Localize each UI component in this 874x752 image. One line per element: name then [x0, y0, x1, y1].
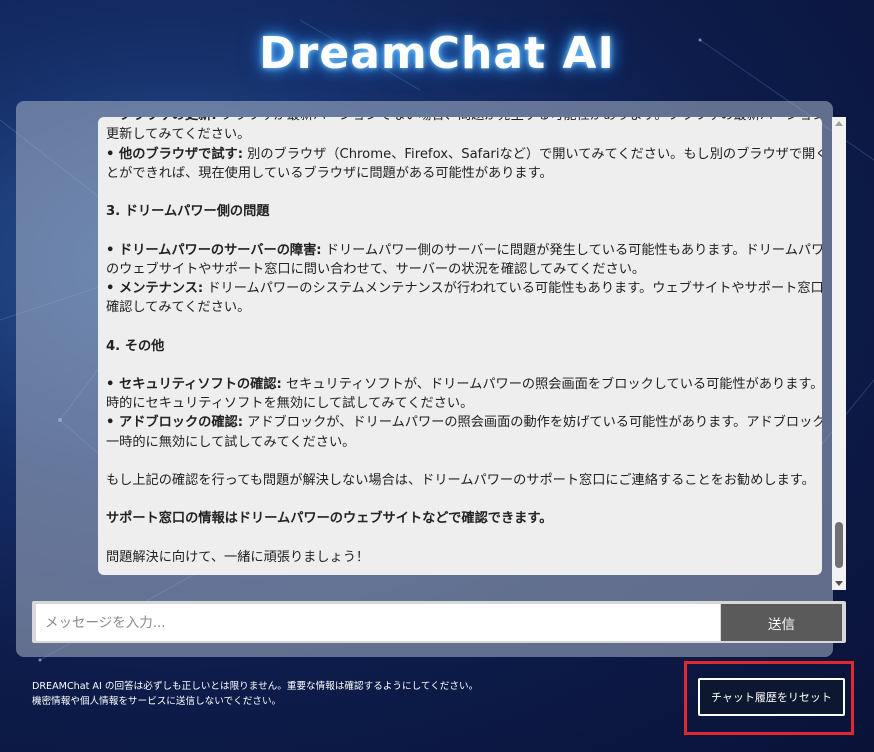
message-line: • ドリームパワーのサーバーの障害: ドリームパワー側のサーバーに問題が発生して…: [106, 241, 822, 260]
message-spacer: [106, 317, 814, 336]
message-line-text: 時的にセキュリティソフトを無効にして試してみてください。: [106, 396, 474, 412]
message-line-bold: • メンテナンス:: [106, 281, 204, 297]
message-line-text: 別のブラウザ（Chrome、Firefox、Safariなど）で開いてみてくださ…: [242, 146, 822, 162]
message-line-bold: • セキュリティソフトの確認:: [106, 377, 282, 393]
message-spacer: [106, 529, 814, 548]
message-line: • アドブロックの確認: アドブロックが、ドリームパワーの照会画面の動作を妨げて…: [106, 413, 822, 432]
message-spacer: [106, 452, 814, 471]
message-line: 確認してみてください。: [106, 298, 814, 317]
send-button[interactable]: 送信: [721, 604, 842, 641]
message-line: のウェブサイトやサポート窓口に問い合わせて、サーバーの状況を確認してみてください…: [106, 260, 814, 279]
message-line-text: もし上記の確認を行っても問題が解決しない場合は、ドリームパワーのサポート窓口にご…: [106, 473, 815, 489]
message-line-text: アドブロックが、ドリームパワーの照会画面の動作を妨げている可能性があります。アド…: [242, 415, 822, 431]
message-spacer: [106, 490, 814, 509]
message-line: 問題解決に向けて、一緒に頑張りましょう！: [106, 548, 814, 567]
message-spacer: [106, 221, 814, 240]
message-line-text: 更新してみてください。: [106, 127, 251, 143]
message-line: 時的にセキュリティソフトを無効にして試してみてください。: [106, 394, 814, 413]
scroll-up-arrow-icon[interactable]: [835, 121, 843, 126]
message-line-text: ブラウザが最新バージョンでない場合、問題が発生する可能性があります。ブラウザの最…: [217, 117, 822, 123]
message-line: 3. ドリームパワー側の問題: [106, 202, 814, 221]
message-spacer: [106, 356, 814, 375]
message-line: 4. その他: [106, 337, 814, 356]
message-line: とができれば、現在使用しているブラウザに問題がある可能性があります。: [106, 164, 814, 183]
message-line-bold: • ブラウザの更新:: [106, 117, 217, 123]
message-line-bold: サポート窓口の情報はドリームパワーのウェブサイトなどで確認できます。: [106, 511, 553, 527]
chat-scrollbar[interactable]: [832, 117, 846, 590]
message-line-text: セキュリティソフトが、ドリームパワーの照会画面をブロックしている可能性があります…: [281, 377, 822, 393]
assistant-message: • ブラウザの更新: ブラウザが最新バージョンでない場合、問題が発生する可能性が…: [106, 117, 822, 567]
message-line-bold: • ドリームパワーのサーバーの障害:: [106, 242, 322, 258]
message-line-text: ドリームパワー側のサーバーに問題が発生している可能性もあります。ドリームパワー: [321, 242, 822, 258]
message-line-text: のウェブサイトやサポート窓口に問い合わせて、サーバーの状況を確認してみてください…: [106, 261, 646, 277]
message-line: 一時的に無効にして試してみてください。: [106, 433, 814, 452]
app-title: DreamChat AI: [259, 28, 615, 79]
message-line: • 他のブラウザで試す: 別のブラウザ（Chrome、Firefox、Safar…: [106, 145, 822, 164]
message-line-bold: 3. ドリームパワー側の問題: [106, 204, 270, 220]
message-input[interactable]: [36, 604, 720, 641]
disclaimer: DREAMChat AI の回答は必ずしも正しいとは限りません。重要な情報は確認…: [32, 679, 672, 709]
reset-chat-history-button[interactable]: チャット履歴をリセット: [698, 678, 845, 716]
message-line-text: 一時的に無効にして試してみてください。: [106, 434, 356, 450]
chat-log[interactable]: • ブラウザの更新: ブラウザが最新バージョンでない場合、問題が発生する可能性が…: [98, 117, 822, 575]
message-line-text: とができれば、現在使用しているブラウザに問題がある可能性があります。: [106, 165, 553, 181]
message-line: もし上記の確認を行っても問題が解決しない場合は、ドリームパワーのサポート窓口にご…: [106, 471, 815, 490]
message-line-text: 問題解決に向けて、一緒に頑張りましょう！: [106, 549, 370, 565]
message-line-text: 確認してみてください。: [106, 300, 251, 316]
message-line: • セキュリティソフトの確認: セキュリティソフトが、ドリームパワーの照会画面を…: [106, 375, 822, 394]
scroll-down-arrow-icon[interactable]: [835, 581, 843, 586]
disclaimer-line: 機密情報や個人情報をサービスに送信しないでください。: [32, 696, 282, 707]
message-line-bold: • 他のブラウザで試す:: [106, 146, 243, 162]
message-line: • ブラウザの更新: ブラウザが最新バージョンでない場合、問題が発生する可能性が…: [106, 117, 822, 125]
message-line-text: ドリームパワーのシステムメンテナンスが行われている可能性もあります。ウェブサイト…: [203, 281, 822, 297]
message-line: • メンテナンス: ドリームパワーのシステムメンテナンスが行われている可能性もあ…: [106, 279, 822, 298]
disclaimer-line: DREAMChat AI の回答は必ずしも正しいとは限りません。重要な情報は確認…: [32, 681, 479, 692]
message-line: 更新してみてください。: [106, 125, 814, 144]
scrollbar-thumb[interactable]: [835, 522, 843, 568]
message-spacer: [106, 183, 814, 202]
message-line-bold: • アドブロックの確認:: [106, 415, 243, 431]
message-line: サポート窓口の情報はドリームパワーのウェブサイトなどで確認できます。: [106, 509, 814, 528]
message-line-bold: 4. その他: [106, 338, 165, 354]
